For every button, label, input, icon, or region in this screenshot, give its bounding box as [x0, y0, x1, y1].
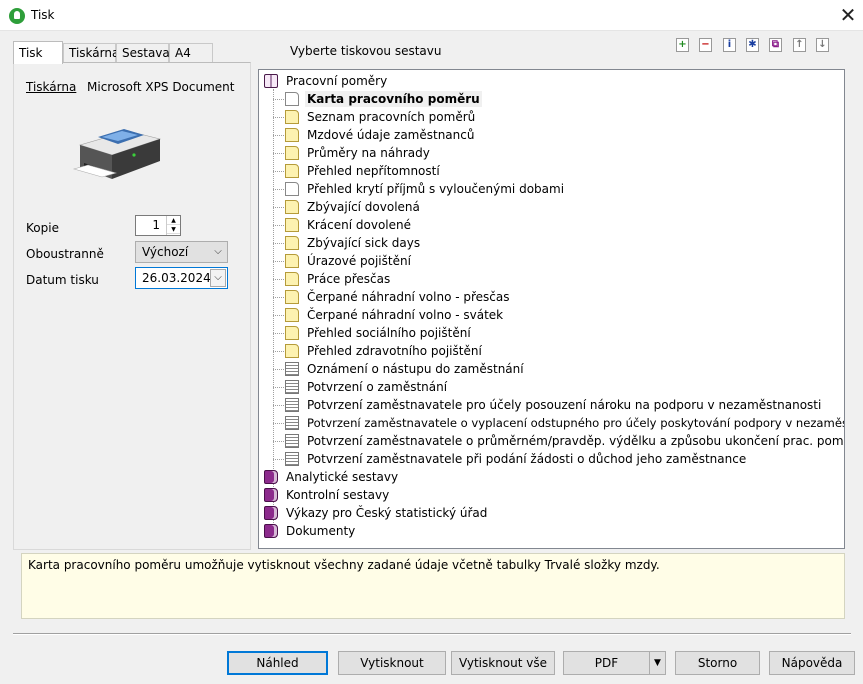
chevron-down-icon: ⌵	[214, 246, 222, 257]
form-document-icon	[285, 362, 299, 376]
spin-down-icon[interactable]: ▼	[167, 225, 180, 234]
tree-group-pracovni-pomery[interactable]: Pracovní poměry	[259, 72, 839, 90]
tree-item[interactable]: Přehled nepřítomností	[273, 162, 835, 180]
form-document-icon	[285, 434, 299, 448]
print-button[interactable]: Vytisknout	[338, 651, 446, 675]
tree-item[interactable]: Zbývající dovolená	[273, 198, 835, 216]
tree-item[interactable]: Karta pracovního poměru	[273, 90, 835, 108]
document-icon	[285, 128, 299, 142]
preview-button[interactable]: Náhled	[227, 651, 328, 675]
copy-icon[interactable]: ⧉	[769, 38, 782, 52]
tree-item[interactable]: Úrazové pojištění	[273, 252, 835, 270]
print-all-button[interactable]: Vytisknout vše	[451, 651, 555, 675]
copies-value: 1	[152, 218, 160, 232]
new-icon[interactable]: ✱	[746, 38, 759, 52]
form-document-icon	[285, 416, 299, 430]
tab-a4[interactable]: A4	[169, 43, 213, 63]
open-book-icon	[264, 74, 278, 88]
tree-item[interactable]: Přehled sociálního pojištění	[273, 324, 835, 342]
chevron-down-icon[interactable]: ▼	[649, 652, 665, 674]
spin-up-icon[interactable]: ▲	[167, 216, 180, 225]
tree-item[interactable]: Práce přesčas	[273, 270, 835, 288]
document-icon	[285, 164, 299, 178]
tree-item[interactable]: Mzdové údaje zaměstnanců	[273, 126, 835, 144]
close-button[interactable]: ✕	[833, 0, 863, 31]
form-document-icon	[285, 380, 299, 394]
tree-item[interactable]: Oznámení o nástupu do zaměstnání	[273, 360, 835, 378]
tree-group-dokumenty[interactable]: Dokumenty	[259, 522, 839, 540]
cancel-button[interactable]: Storno	[675, 651, 760, 675]
document-icon	[285, 92, 299, 106]
printer-link[interactable]: Tiskárna	[26, 80, 76, 94]
document-icon	[285, 326, 299, 340]
tree-item[interactable]: Potvrzení zaměstnavatele o průměrném/pra…	[273, 432, 844, 450]
document-icon	[285, 200, 299, 214]
move-down-icon[interactable]: ↓	[816, 38, 829, 52]
document-icon	[285, 254, 299, 268]
tree-item[interactable]: Potvrzení o zaměstnání	[273, 378, 835, 396]
copies-label: Kopie	[26, 221, 59, 235]
tree-item[interactable]: Potvrzení zaměstnavatele při podání žádo…	[273, 450, 843, 468]
tree-item[interactable]: Čerpané náhradní volno - přesčas	[273, 288, 835, 306]
move-up-icon[interactable]: ↑	[793, 38, 806, 52]
report-header: Vyberte tiskovou sestavu	[290, 44, 442, 58]
closed-book-icon	[264, 524, 278, 538]
tree-item[interactable]: Čerpané náhradní volno - svátek	[273, 306, 835, 324]
document-icon	[285, 146, 299, 160]
document-icon	[285, 218, 299, 232]
divider	[13, 633, 851, 635]
tree-item[interactable]: Přehled zdravotního pojištění	[273, 342, 835, 360]
tab-tisk[interactable]: Tisk	[13, 41, 63, 64]
document-icon	[285, 308, 299, 322]
tree-item[interactable]: Potvrzení zaměstnavatele pro účely posou…	[273, 396, 843, 414]
document-icon	[285, 110, 299, 124]
closed-book-icon	[264, 506, 278, 520]
help-button[interactable]: Nápověda	[769, 651, 855, 675]
printer-icon	[72, 129, 162, 179]
tree-item[interactable]: Přehled krytí příjmů s vyloučenými dobam…	[273, 180, 835, 198]
tab-tiskarna[interactable]: Tiskárna	[63, 43, 119, 63]
calendar-dropdown-icon[interactable]: ⌵	[210, 269, 226, 287]
tree-group-analyticke[interactable]: Analytické sestavy	[259, 468, 839, 486]
closed-book-icon	[264, 488, 278, 502]
add-icon[interactable]: +	[676, 38, 689, 52]
form-document-icon	[285, 452, 299, 466]
print-date-value: 26.03.2024	[142, 271, 211, 285]
duplex-label: Oboustranně	[26, 247, 104, 261]
document-icon	[285, 344, 299, 358]
tree-item[interactable]: Seznam pracovních poměrů	[273, 108, 835, 126]
app-icon	[9, 8, 25, 24]
window-title: Tisk	[31, 8, 55, 22]
form-document-icon	[285, 398, 299, 412]
tab-sestava[interactable]: Sestava	[116, 43, 170, 63]
print-date-field[interactable]: 26.03.2024 ⌵	[135, 267, 228, 289]
printer-name: Microsoft XPS Document	[87, 80, 235, 94]
duplex-value: Výchozí	[142, 245, 189, 259]
tree-item[interactable]: Potvrzení zaměstnavatele o vyplacení ods…	[273, 414, 844, 432]
date-label: Datum tisku	[26, 273, 99, 287]
report-tree[interactable]: Pracovní poměry Karta pracovního poměru …	[258, 69, 845, 549]
document-icon	[285, 236, 299, 250]
tree-group-kontrolni[interactable]: Kontrolní sestavy	[259, 486, 839, 504]
tree-item[interactable]: Zbývající sick days	[273, 234, 835, 252]
tree-item[interactable]: Krácení dovolené	[273, 216, 835, 234]
duplex-select[interactable]: Výchozí ⌵	[135, 241, 228, 263]
tree-group-vykazy[interactable]: Výkazy pro Český statistický úřad	[259, 504, 839, 522]
copies-stepper[interactable]: 1 ▲ ▼	[135, 215, 181, 236]
info-icon[interactable]: i	[723, 38, 736, 52]
pdf-button[interactable]: PDF ▼	[563, 651, 666, 675]
report-description: Karta pracovního poměru umožňuje vytiskn…	[21, 553, 845, 619]
document-icon	[285, 182, 299, 196]
tree-item[interactable]: Průměry na náhrady	[273, 144, 835, 162]
document-icon	[285, 290, 299, 304]
remove-icon[interactable]: −	[699, 38, 712, 52]
title-bar: Tisk ✕	[0, 0, 863, 31]
closed-book-icon	[264, 470, 278, 484]
document-icon	[285, 272, 299, 286]
